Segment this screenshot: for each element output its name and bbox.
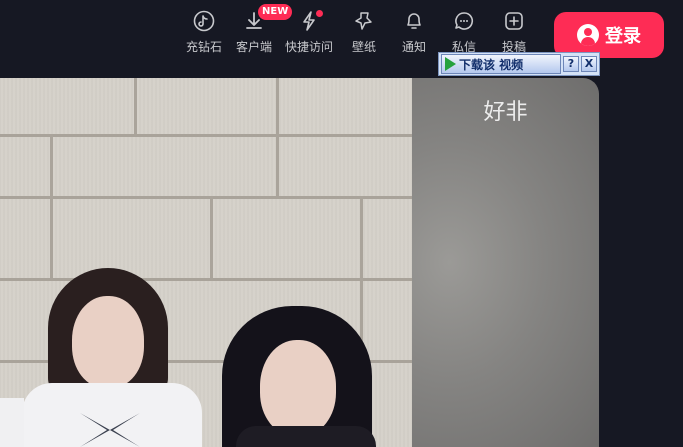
panel-text: 好非 bbox=[483, 100, 528, 125]
wall-line bbox=[210, 196, 213, 278]
download-video-label: 下载该 视频 bbox=[459, 57, 524, 72]
user-avatar-icon bbox=[577, 24, 599, 46]
comment-side-panel: 好非 bbox=[412, 78, 599, 447]
wall-line bbox=[0, 196, 412, 199]
notification-dot bbox=[316, 10, 323, 17]
nav-label: 快捷访问 bbox=[284, 40, 333, 54]
help-button[interactable]: ? bbox=[563, 56, 579, 72]
nav-label: 壁纸 bbox=[351, 40, 376, 54]
download-video-button[interactable]: 下载该 视频 bbox=[441, 54, 561, 74]
wall-line bbox=[0, 134, 412, 137]
wall-line bbox=[360, 196, 363, 360]
nav-label: 通知 bbox=[401, 40, 426, 54]
login-label: 登录 bbox=[605, 26, 641, 47]
nav-item-quick-access[interactable]: 快捷访问 bbox=[282, 10, 336, 62]
chat-bubble-icon bbox=[455, 12, 474, 30]
play-icon bbox=[445, 57, 456, 71]
nav-label: 充钻石 bbox=[185, 40, 222, 54]
wall-line bbox=[276, 78, 279, 196]
nav-item-notifications[interactable]: 通知 bbox=[387, 10, 441, 62]
shirt-partial-left bbox=[0, 398, 24, 447]
plus-square-icon bbox=[505, 12, 523, 30]
tiktok-note-icon bbox=[193, 10, 215, 32]
wall-line bbox=[134, 78, 137, 134]
wall-line bbox=[0, 278, 412, 281]
star-pin-icon bbox=[355, 12, 372, 30]
bell-icon bbox=[407, 13, 421, 29]
nav-item-client[interactable]: NEW 客户端 bbox=[227, 4, 293, 62]
nav-item-recharge[interactable]: 充钻石 bbox=[177, 10, 231, 62]
nav-label: 客户端 bbox=[235, 40, 272, 54]
download-video-overlay: 下载该 视频 ? X bbox=[438, 52, 600, 76]
nav-item-wallpaper[interactable]: 壁纸 bbox=[337, 10, 391, 62]
wall-line bbox=[50, 134, 53, 278]
video-player[interactable] bbox=[0, 78, 412, 447]
close-button[interactable]: X bbox=[581, 56, 597, 72]
